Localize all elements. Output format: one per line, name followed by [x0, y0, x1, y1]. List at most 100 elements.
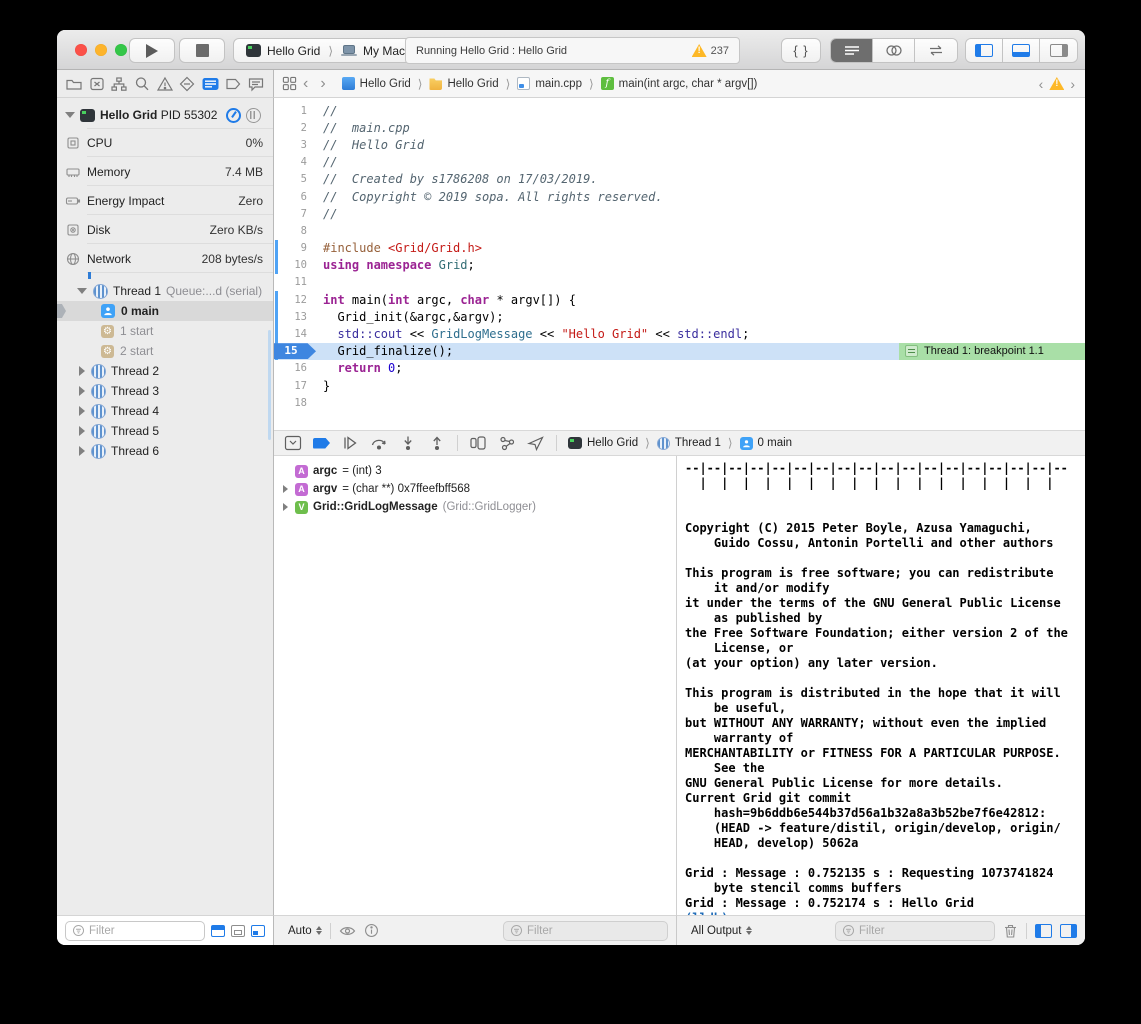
gauge-row-energy[interactable]: Energy Impact Zero [57, 186, 273, 215]
standard-editor-button[interactable] [831, 39, 873, 62]
line-number[interactable]: 1 [274, 105, 316, 117]
info-icon[interactable] [364, 923, 379, 938]
gauges-view-icon[interactable] [226, 108, 241, 123]
line-number[interactable]: 3 [274, 139, 316, 151]
console-filter-field[interactable]: Filter [835, 921, 995, 941]
variables-scope-selector[interactable]: Auto [288, 925, 322, 937]
step-into-button[interactable] [399, 435, 417, 451]
line-number[interactable]: 5 [274, 173, 316, 185]
project-navigator-tab[interactable] [65, 75, 83, 93]
quicklook-eye-icon[interactable] [339, 924, 356, 938]
code-line[interactable]: 6// Copyright © 2019 sopa. All rights re… [274, 188, 1085, 205]
stack-frame-row[interactable]: ⚙ 2 start [57, 341, 273, 361]
version-editor-button[interactable] [915, 39, 957, 62]
thread-row-4[interactable]: Thread 4 [57, 401, 273, 421]
variable-row[interactable]: A argc = (int) 3 [274, 462, 676, 480]
debug-crumb-frame[interactable]: 0 main [758, 437, 793, 449]
disclosure-open-icon[interactable] [65, 112, 75, 118]
clear-console-trash-button[interactable] [1003, 923, 1018, 939]
code-line[interactable]: 8 [274, 222, 1085, 239]
breadcrumb-file[interactable]: main.cpp [535, 78, 582, 90]
code-line[interactable]: 10using namespace Grid; [274, 257, 1085, 274]
breadcrumb-project[interactable]: Hello Grid [360, 78, 411, 90]
frames-filter-icon[interactable] [231, 925, 245, 937]
thread-row-6[interactable]: Thread 6 [57, 441, 273, 461]
code-line[interactable]: 16 return 0; [274, 360, 1085, 377]
code-line[interactable]: 3// Hello Grid [274, 136, 1085, 153]
flag-filter-icon[interactable] [211, 925, 225, 937]
breadcrumb-symbol[interactable]: main(int argc, char * argv[]) [619, 78, 758, 90]
gauge-row-memory[interactable]: Memory 7.4 MB [57, 157, 273, 186]
line-number[interactable]: 17 [274, 380, 316, 392]
show-console-button[interactable] [1060, 924, 1077, 938]
stack-filter-icon[interactable] [251, 925, 265, 937]
console-output-selector[interactable]: All Output [691, 925, 752, 937]
disclosure-closed-icon[interactable] [283, 503, 288, 511]
simulate-location-button[interactable] [527, 435, 545, 451]
hide-debug-area-button[interactable] [284, 435, 302, 451]
warning-icon[interactable] [1049, 77, 1064, 90]
line-number[interactable]: 18 [274, 397, 316, 409]
thread-row-2[interactable]: Thread 2 [57, 361, 273, 381]
disclosure-closed-icon[interactable] [283, 485, 288, 493]
disclosure-closed-icon[interactable] [79, 386, 85, 396]
go-back-button[interactable]: ‹ [297, 76, 314, 92]
gauge-row-disk[interactable]: Disk Zero KB/s [57, 215, 273, 244]
show-variables-view-button[interactable] [1035, 924, 1052, 938]
disclosure-closed-icon[interactable] [79, 406, 85, 416]
sidebar-scrollbar[interactable] [268, 330, 271, 440]
line-number[interactable]: 13 [274, 311, 316, 323]
find-navigator-tab[interactable] [133, 75, 151, 93]
line-number[interactable]: 7 [274, 208, 316, 220]
stop-button[interactable] [179, 38, 225, 63]
minimize-window-button[interactable] [95, 44, 107, 56]
thread-row-1[interactable]: Thread 1 Queue:...d (serial) [57, 281, 273, 301]
next-issue-button[interactable]: › [1070, 76, 1075, 92]
navigator-filter-field[interactable]: Filter [65, 921, 205, 941]
line-number[interactable]: 14 [274, 328, 316, 340]
report-navigator-tab[interactable] [247, 75, 265, 93]
go-forward-button[interactable]: › [314, 76, 331, 92]
code-line[interactable]: 2// main.cpp [274, 119, 1085, 136]
issue-navigator-tab[interactable] [156, 75, 174, 93]
code-line[interactable]: 13 Grid_init(&argc,&argv); [274, 308, 1085, 325]
toggle-inspector-button[interactable] [1040, 39, 1077, 62]
code-line[interactable]: 5// Created by s1786208 on 17/03/2019. [274, 171, 1085, 188]
debug-crumb-thread[interactable]: Thread 1 [675, 437, 721, 449]
source-editor[interactable]: 1//2// main.cpp3// Hello Grid4//5// Crea… [274, 98, 1085, 430]
line-number[interactable]: 8 [274, 225, 316, 237]
debug-view-hierarchy-button[interactable] [469, 435, 487, 451]
variable-row[interactable]: V Grid::GridLogMessage (Grid::GridLogger… [274, 498, 676, 516]
warning-count[interactable]: 237 [692, 44, 739, 57]
code-line[interactable]: 4// [274, 154, 1085, 171]
related-items-button[interactable] [274, 76, 297, 91]
line-number[interactable]: 4 [274, 156, 316, 168]
line-number[interactable]: 12 [274, 294, 316, 306]
stack-frame-row[interactable]: 0 main [57, 301, 273, 321]
line-number[interactable]: 10 [274, 259, 316, 271]
line-number[interactable]: 6 [274, 191, 316, 203]
code-line[interactable]: 9#include <Grid/Grid.h> [274, 240, 1085, 257]
variables-filter-field[interactable]: Filter [503, 921, 668, 941]
thread-row-5[interactable]: Thread 5 [57, 421, 273, 441]
line-number[interactable]: 9 [274, 242, 316, 254]
thread-row-3[interactable]: Thread 3 [57, 381, 273, 401]
assistant-editor-button[interactable] [873, 39, 915, 62]
gauge-row-cpu[interactable]: CPU 0% [57, 128, 273, 157]
breakpoints-toggle-button[interactable] [313, 438, 330, 449]
code-line[interactable]: 12int main(int argc, char * argv[]) { [274, 291, 1085, 308]
process-row[interactable]: Hello Grid PID 55302 [57, 104, 273, 126]
toggle-navigator-button[interactable] [966, 39, 1003, 62]
library-button[interactable]: { } [781, 38, 821, 63]
breadcrumb-group[interactable]: Hello Grid [447, 78, 498, 90]
step-out-button[interactable] [428, 435, 446, 451]
stack-frame-row[interactable]: ⚙ 1 start [57, 321, 273, 341]
line-number[interactable]: 11 [274, 276, 316, 288]
line-number[interactable]: 16 [274, 362, 316, 374]
scheme-selector[interactable]: Hello Grid ⟩ My Mac [233, 38, 418, 63]
source-control-navigator-tab[interactable] [88, 75, 106, 93]
zoom-window-button[interactable] [115, 44, 127, 56]
variables-view[interactable]: A argc = (int) 3 A argv = (char **) 0x7f… [274, 456, 676, 915]
breakpoint-badge[interactable]: 15 [274, 343, 316, 359]
previous-issue-button[interactable]: ‹ [1039, 76, 1044, 92]
